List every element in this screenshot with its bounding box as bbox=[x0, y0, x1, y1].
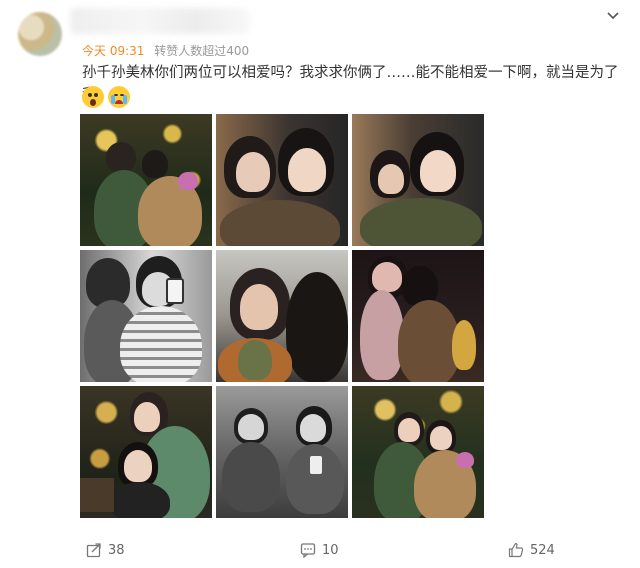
post-meta: 今天 09:31 转赞人数超过400 bbox=[82, 42, 255, 59]
post-text: 孙千孙美林你们两位可以相爱吗？我求求你俩了……能不能相爱一下啊，就当是为了我 bbox=[82, 65, 619, 103]
photo-1[interactable] bbox=[80, 114, 212, 246]
post-emojis bbox=[82, 86, 130, 108]
repost-note: 转赞人数超过400 bbox=[154, 44, 250, 58]
comment-count: 10 bbox=[322, 542, 339, 558]
photo-3[interactable] bbox=[352, 114, 484, 246]
thumbs-up-icon bbox=[508, 542, 524, 558]
share-icon bbox=[86, 543, 101, 558]
weibo-post-card: 今天 09:31 转赞人数超过400 孙千孙美林你们两位可以相爱吗？我求求你俩了… bbox=[0, 0, 640, 568]
post-time: 今天 09:31 bbox=[82, 44, 145, 58]
photo-7[interactable] bbox=[80, 386, 212, 518]
username-blurred bbox=[70, 8, 250, 34]
photo-5[interactable] bbox=[216, 250, 348, 382]
photo-2[interactable] bbox=[216, 114, 348, 246]
photo-4[interactable] bbox=[80, 250, 212, 382]
photo-8[interactable] bbox=[216, 386, 348, 518]
like-count: 524 bbox=[530, 542, 555, 558]
comment-button[interactable]: 10 bbox=[300, 542, 339, 558]
like-button[interactable]: 524 bbox=[508, 542, 555, 558]
scream-emoji-icon bbox=[82, 86, 104, 108]
comment-icon bbox=[300, 543, 316, 558]
share-button[interactable]: 38 bbox=[86, 542, 125, 558]
crying-emoji-icon bbox=[108, 86, 130, 108]
photo-9[interactable] bbox=[352, 386, 484, 518]
action-bar: 38 10 524 bbox=[0, 540, 640, 564]
chevron-down-icon[interactable] bbox=[606, 8, 620, 22]
share-count: 38 bbox=[108, 542, 125, 558]
user-avatar[interactable] bbox=[18, 12, 62, 56]
photo-6[interactable] bbox=[352, 250, 484, 382]
